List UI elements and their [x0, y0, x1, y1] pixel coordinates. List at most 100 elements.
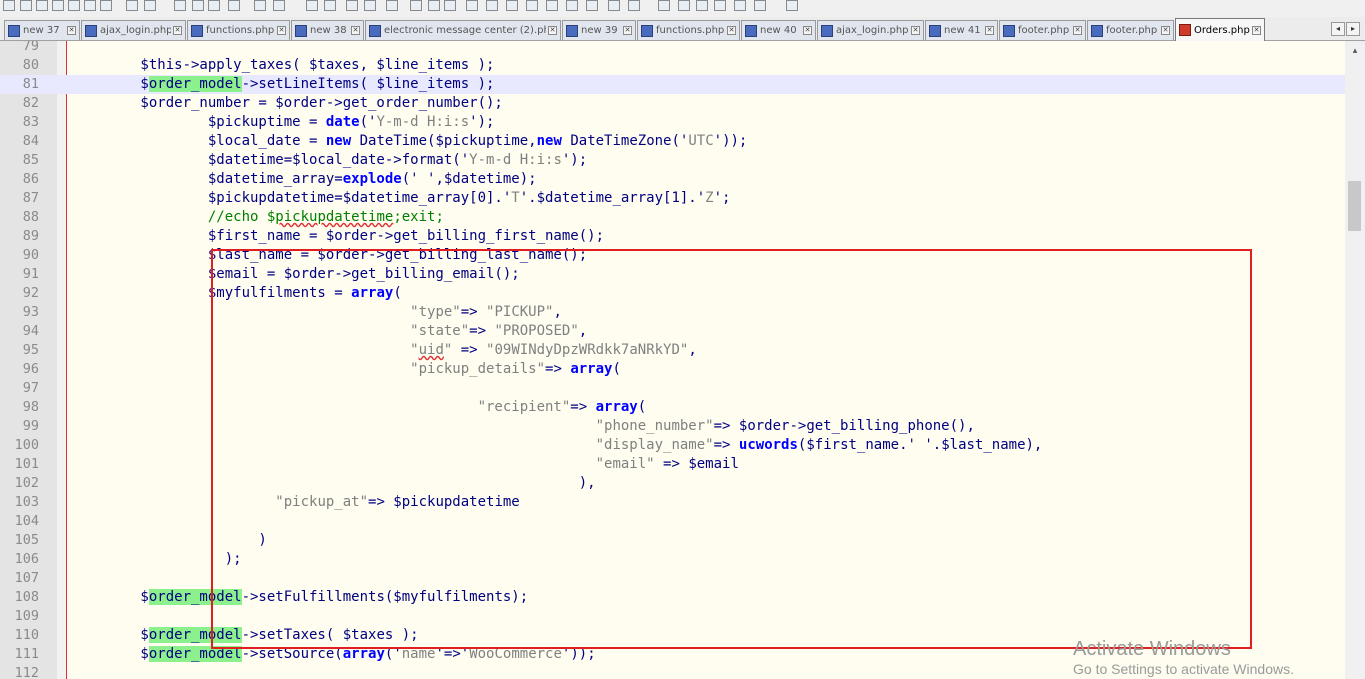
tab-orders-php[interactable]: Orders.php ✕	[1175, 18, 1265, 41]
tab-new-41[interactable]: new 41 ✕	[925, 20, 998, 40]
misc-icon-b[interactable]	[696, 0, 708, 11]
tab-close-icon[interactable]: ✕	[727, 26, 736, 35]
new-file-icon[interactable]	[3, 0, 15, 11]
code-line[interactable]: 98 "recipient"=> array(	[0, 398, 1345, 417]
spell-icon[interactable]	[658, 0, 670, 11]
tab-electronic-message-center-2-php[interactable]: electronic message center (2).php ✕	[365, 20, 561, 40]
tab-close-icon[interactable]: ✕	[803, 26, 812, 35]
play-icon[interactable]	[566, 0, 578, 11]
tab-close-icon[interactable]: ✕	[1161, 26, 1170, 35]
code-line[interactable]: 97	[0, 379, 1345, 398]
indent-guide-icon[interactable]	[410, 0, 422, 11]
tab-footer-php[interactable]: footer.php ✕	[999, 20, 1086, 40]
code-line[interactable]: 90 $last_name = $order->get_billing_last…	[0, 246, 1345, 265]
tab-close-icon[interactable]: ✕	[985, 26, 994, 35]
code-line[interactable]: 91 $email = $order->get_billing_email();	[0, 265, 1345, 284]
find-icon[interactable]	[228, 0, 240, 11]
code-line[interactable]: 94 "state"=> "PROPOSED",	[0, 322, 1345, 341]
code-line[interactable]: 105 )	[0, 531, 1345, 550]
tab-close-icon[interactable]: ✕	[1252, 25, 1261, 35]
zoom-in-icon[interactable]	[273, 0, 285, 11]
monitor-icon[interactable]	[506, 0, 518, 11]
tab-functions-php[interactable]: functions.php ✕	[187, 20, 290, 40]
code-line[interactable]: 100 "display_name"=> ucwords($first_name…	[0, 436, 1345, 455]
function-list-icon[interactable]	[466, 0, 478, 11]
code-line[interactable]: 86 $datetime_array=explode(' ',$datetime…	[0, 170, 1345, 189]
code-line[interactable]: 104	[0, 512, 1345, 531]
tab-footer-php[interactable]: footer.php ✕	[1087, 20, 1174, 40]
close-all-icon[interactable]	[84, 0, 96, 11]
code-line[interactable]: 79	[0, 41, 1345, 56]
code-line[interactable]: 107	[0, 569, 1345, 588]
sync-h-icon[interactable]	[346, 0, 358, 11]
code-line[interactable]: 106 );	[0, 550, 1345, 569]
open-file-icon[interactable]	[20, 0, 32, 11]
code-line[interactable]: 95 "uid" => "09WINdyDpzWRdkk7aNRkYD",	[0, 341, 1345, 360]
tab-new-37[interactable]: new 37 ✕	[4, 20, 80, 40]
code-line[interactable]: 85 $datetime=$local_date->format('Y-m-d …	[0, 151, 1345, 170]
misc-icon-c[interactable]	[714, 0, 726, 11]
code-line[interactable]: 96 "pickup_details"=> array(	[0, 360, 1345, 379]
code-line[interactable]: 103 "pickup_at"=> $pickupdatetime	[0, 493, 1345, 512]
tab-new-40[interactable]: new 40 ✕	[741, 20, 816, 40]
code-line[interactable]: 93 "type"=> "PICKUP",	[0, 303, 1345, 322]
misc-icon-a[interactable]	[678, 0, 690, 11]
replace-icon[interactable]	[254, 0, 266, 11]
show-all-icon[interactable]	[386, 0, 398, 11]
folder-icon[interactable]	[486, 0, 498, 11]
zoom-out-icon[interactable]	[306, 0, 318, 11]
tab-new-38[interactable]: new 38 ✕	[291, 20, 364, 40]
close-icon[interactable]	[68, 0, 80, 11]
code-line[interactable]: 99 "phone_number"=> $order->get_billing_…	[0, 417, 1345, 436]
misc-icon-d[interactable]	[734, 0, 746, 11]
vertical-scrollbar[interactable]: ▴	[1345, 41, 1365, 679]
tab-close-icon[interactable]: ✕	[173, 26, 182, 35]
run-icon[interactable]	[628, 0, 640, 11]
code-line[interactable]: 80 $this->apply_taxes( $taxes, $line_ite…	[0, 56, 1345, 75]
play-multi-icon[interactable]	[586, 0, 598, 11]
code-line[interactable]: 84 $local_date = new DateTime($pickuptim…	[0, 132, 1345, 151]
save-all-icon[interactable]	[52, 0, 64, 11]
code-line[interactable]: 87 $pickupdatetime=$datetime_array[0].'T…	[0, 189, 1345, 208]
tab-ajax-login-php[interactable]: ajax_login.php ✕	[817, 20, 924, 40]
tab-ajax-login-php[interactable]: ajax_login.php ✕	[81, 20, 186, 40]
code-line[interactable]: 82 $order_number = $order->get_order_num…	[0, 94, 1345, 113]
misc-icon-f[interactable]	[786, 0, 798, 11]
tab-functions-php[interactable]: functions.php ✕	[637, 20, 740, 40]
tab-close-icon[interactable]: ✕	[351, 26, 360, 35]
sync-v-icon[interactable]	[324, 0, 336, 11]
code-line[interactable]: 109	[0, 607, 1345, 626]
tab-close-icon[interactable]: ✕	[911, 26, 920, 35]
code-line[interactable]: 108 $order_model->setFulfillments($myful…	[0, 588, 1345, 607]
tab-close-icon[interactable]: ✕	[623, 26, 632, 35]
misc-icon-e[interactable]	[754, 0, 766, 11]
save-icon[interactable]	[36, 0, 48, 11]
undo-icon[interactable]	[192, 0, 204, 11]
wrap-icon[interactable]	[364, 0, 376, 11]
code-line[interactable]: 102 ),	[0, 474, 1345, 493]
copy-icon[interactable]	[144, 0, 156, 11]
tab-scroll-left-button[interactable]: ◂	[1331, 22, 1345, 36]
tab-scroll-right-button[interactable]: ▸	[1346, 22, 1360, 36]
save-macro-icon[interactable]	[608, 0, 620, 11]
code-line[interactable]: 101 "email" => $email	[0, 455, 1345, 474]
code-line[interactable]: 92 $myfulfilments = array(	[0, 284, 1345, 303]
code-line[interactable]: 88 //echo $pickupdatetime;exit;	[0, 208, 1345, 227]
tab-new-39[interactable]: new 39 ✕	[562, 20, 636, 40]
code-line[interactable]: 89 $first_name = $order->get_billing_fir…	[0, 227, 1345, 246]
paste-icon[interactable]	[174, 0, 186, 11]
tab-close-icon[interactable]: ✕	[277, 26, 286, 35]
tab-close-icon[interactable]: ✕	[1073, 26, 1082, 35]
code-line[interactable]: 83 $pickuptime = date('Y-m-d H:i:s');	[0, 113, 1345, 132]
scroll-up-icon[interactable]: ▴	[1347, 43, 1363, 59]
tab-close-icon[interactable]: ✕	[67, 26, 76, 35]
record-icon[interactable]	[526, 0, 538, 11]
lang-icon[interactable]	[428, 0, 440, 11]
stop-icon[interactable]	[546, 0, 558, 11]
code-line[interactable]: 81 $order_model->setLineItems( $line_ite…	[0, 75, 1345, 94]
doc-map-icon[interactable]	[444, 0, 456, 11]
tab-close-icon[interactable]: ✕	[548, 26, 557, 35]
scrollbar-thumb[interactable]	[1348, 181, 1361, 231]
redo-icon[interactable]	[208, 0, 220, 11]
code-editor[interactable]: 79 80 $this->apply_taxes( $taxes, $line_i…	[0, 41, 1345, 679]
